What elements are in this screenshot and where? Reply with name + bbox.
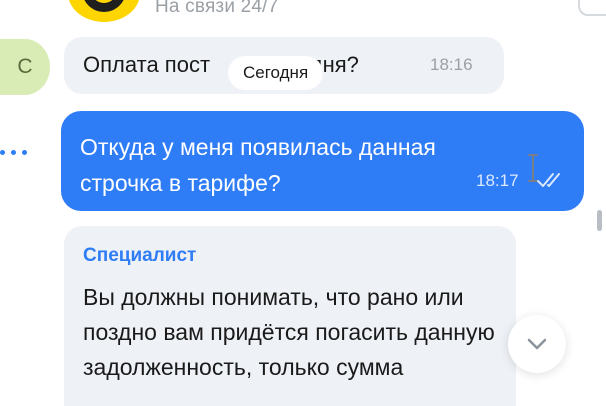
scrollbar-thumb[interactable] xyxy=(597,210,602,231)
message-text-start: Оплата пост xyxy=(83,52,211,77)
message-outgoing: Откуда у меня появилась данная строчка в… xyxy=(61,111,584,211)
message-incoming: Специалист Вы должны понимать, что рано … xyxy=(64,226,516,406)
message-time: 18:17 xyxy=(476,171,519,190)
date-separator: Сегодня xyxy=(229,57,323,89)
double-check-icon xyxy=(537,173,560,187)
logo-mark xyxy=(82,0,126,12)
header-status: На связи 24/7 xyxy=(155,0,279,17)
more-dots-icon[interactable] xyxy=(0,150,27,155)
chevron-down-icon xyxy=(527,338,547,350)
message-sender: Специалист xyxy=(83,245,197,266)
message-time: 18:16 xyxy=(430,55,473,74)
message-text: Вы должны понимать, что рано или поздно … xyxy=(83,284,495,380)
avatar[interactable]: С xyxy=(0,39,50,95)
header-action-button[interactable] xyxy=(578,0,606,16)
message-text: Откуда у меня появилась данная строчка в… xyxy=(80,134,436,196)
app-logo xyxy=(68,0,140,22)
scroll-down-button[interactable] xyxy=(508,315,566,373)
